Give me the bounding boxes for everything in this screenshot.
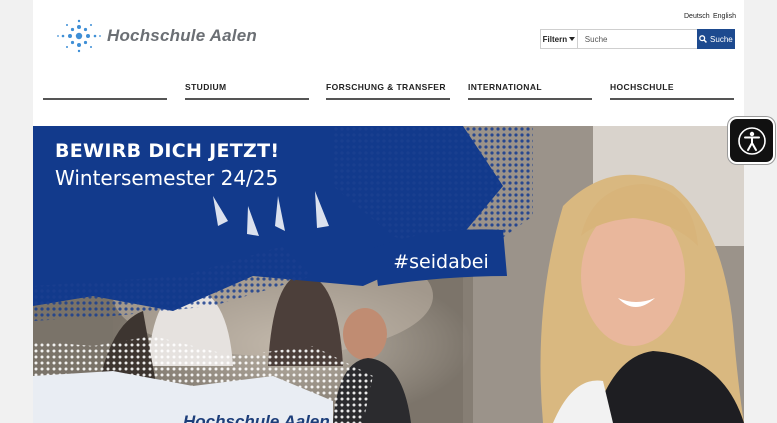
nav-item-forschung[interactable]: FORSCHUNG & TRANSFER	[326, 82, 450, 100]
page: Hochschule Aalen Deutsch English Filtern…	[33, 0, 744, 423]
filter-dropdown[interactable]: Filtern	[541, 30, 578, 48]
logo-star-icon	[57, 19, 101, 53]
search-bar: Filtern Suche	[540, 29, 735, 49]
search-button[interactable]: Suche	[696, 29, 735, 49]
nav-item-international[interactable]: INTERNATIONAL	[468, 82, 592, 100]
hero-banner[interactable]: BEWIRB DICH JETZT! Wintersemester 24/25 …	[33, 126, 744, 423]
hero-subtitle: Wintersemester 24/25	[55, 166, 279, 190]
search-icon	[699, 35, 707, 43]
site-logo[interactable]: Hochschule Aalen	[55, 18, 257, 54]
search-button-label: Suche	[710, 34, 733, 44]
nav-item-studium[interactable]: STUDIUM	[185, 82, 309, 100]
hashtag-label: #seidabei	[393, 251, 489, 273]
search-input[interactable]	[577, 30, 697, 48]
filter-label: Filtern	[542, 34, 568, 44]
logo-text: Hochschule Aalen	[107, 26, 257, 45]
nav-label-international: INTERNATIONAL	[468, 82, 542, 92]
nav-label-studium: STUDIUM	[185, 82, 227, 92]
nav-item-hochschule[interactable]: HOCHSCHULE	[610, 82, 734, 100]
nav-label-forschung: FORSCHUNG & TRANSFER	[326, 82, 446, 92]
caret-down-icon	[569, 37, 576, 41]
accessibility-icon	[737, 126, 766, 155]
accessibility-button[interactable]	[728, 117, 775, 164]
hero-headline: BEWIRB DICH JETZT! Wintersemester 24/25	[55, 140, 279, 190]
nav-item-home[interactable]	[43, 82, 167, 100]
hero-title: BEWIRB DICH JETZT!	[55, 140, 280, 162]
language-link-english[interactable]: English	[713, 13, 736, 20]
language-link-deutsch[interactable]: Deutsch	[684, 13, 710, 20]
hero-bottom-logo-text: Hochschule Aalen	[183, 412, 330, 423]
nav-label-hochschule: HOCHSCHULE	[610, 82, 674, 92]
